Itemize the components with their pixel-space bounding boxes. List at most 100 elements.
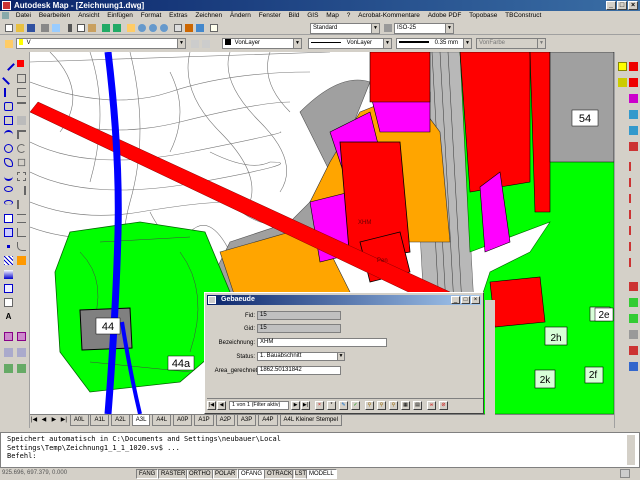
link-icon[interactable]: ∞ [427,401,436,410]
layer-select[interactable]: V ▼ [16,38,186,49]
table-icon[interactable] [4,298,13,307]
menu-gis[interactable]: GIS [304,12,321,19]
circle-icon[interactable] [4,144,13,153]
tb-right-icon-13[interactable] [629,226,638,235]
select-object-icon[interactable]: ⚲ [365,401,374,410]
toggle-modell[interactable]: MODELL [306,469,337,479]
tab-a2p[interactable]: A2P [215,415,235,426]
make-current-layer-icon[interactable] [190,39,200,49]
menu-aendern[interactable]: Ändern [227,12,254,19]
document-icon[interactable] [2,11,9,19]
rectangle-icon[interactable] [4,116,13,125]
color-select[interactable]: VonLayer ▼ [222,38,302,49]
map-tool-icon[interactable] [4,348,13,357]
tb-right-icon-20[interactable] [629,346,638,355]
tb-right-icon-9[interactable] [629,162,638,171]
menu-tbconstruct[interactable]: TBConstruct [502,12,544,19]
copy-object-icon[interactable] [17,74,26,83]
record-next-icon[interactable]: ▶ [291,401,300,410]
array-icon[interactable] [17,116,26,125]
polyline-icon[interactable] [4,88,13,97]
maximize-button[interactable]: □ [617,1,627,10]
close-button[interactable]: × [628,1,638,10]
pan-icon[interactable] [126,23,136,33]
gradient-icon[interactable] [4,270,13,279]
tab-a1p[interactable]: A1P [194,415,214,426]
tb-right-icon-2[interactable] [629,62,638,71]
new-record-icon[interactable]: * [327,401,336,410]
tb-right-icon-18[interactable] [629,314,638,323]
multiline-text-icon[interactable]: A [4,312,13,321]
paste-icon[interactable] [87,23,97,33]
command-line-window[interactable]: Speichert automatisch in C:\Documents an… [0,432,640,468]
tb-right-icon-16[interactable] [629,282,638,291]
command-prompt[interactable]: Befehl: [7,452,633,461]
chamfer-icon[interactable] [17,228,26,237]
menu-acrobat-kommentare[interactable]: Acrobat-Kommentare [355,12,423,19]
filter-icon[interactable]: ✎ [339,401,348,410]
unlink-icon[interactable]: ⊘ [439,401,448,410]
text-style-select[interactable]: Standard ▼ [310,23,380,34]
record-first-icon[interactable]: |◀ [207,401,216,410]
copy-icon[interactable] [76,23,86,33]
point-icon[interactable] [7,245,10,248]
menu-einfuegen[interactable]: Einfügen [104,12,136,19]
print-icon[interactable] [40,23,50,33]
erase-icon[interactable] [17,60,24,67]
map-query-icon[interactable] [17,348,26,357]
dim-style-icon[interactable] [383,23,393,33]
map-data-icon[interactable] [17,364,26,373]
dialog-title-bar[interactable]: Gebaeude _ □ × [207,295,481,305]
toggle-ortho[interactable]: ORTHO [186,469,214,479]
new-file-icon[interactable] [4,23,14,33]
menu-ansicht[interactable]: Ansicht [75,12,102,19]
stretch-icon[interactable] [17,172,26,181]
coordinate-display[interactable]: 925.696, 697.379, 0.000 [2,468,132,479]
command-scrollbar[interactable] [627,435,635,465]
preview-icon[interactable] [51,23,61,33]
tab-a0p[interactable]: A0P [173,415,193,426]
toggle-otrack[interactable]: OTRACK [264,469,296,479]
ellipse-arc-icon[interactable] [4,200,13,205]
map-layer-icon[interactable] [4,364,13,373]
tb-right-icon-11[interactable] [629,194,638,203]
line-icon[interactable] [2,58,15,71]
dialog-minimize-button[interactable]: _ [451,296,460,304]
zoom-window-icon[interactable] [148,23,158,33]
menu-adobe-pdf[interactable]: Adobe PDF [425,12,465,19]
tb-right-icon-12[interactable] [629,210,638,219]
menu-datei[interactable]: Datei [13,12,34,19]
dim-style-select[interactable]: ISO-25 ▼ [394,23,454,34]
tb-right-icon-8[interactable] [629,142,638,151]
tb-right-icon-14[interactable] [629,242,638,251]
insert-block-icon[interactable] [4,214,13,223]
save-record-icon[interactable]: ✓ [351,401,360,410]
undo-icon[interactable] [101,23,111,33]
properties-icon[interactable] [173,23,183,33]
layer-manager-icon[interactable] [4,39,14,49]
tb-right-icon-21[interactable] [629,362,638,371]
explode-icon[interactable] [17,256,26,265]
tb-right-icon-15[interactable] [629,258,638,267]
polygon-icon[interactable] [4,102,13,111]
field-gid-value[interactable]: 15 [257,324,341,333]
record-last-icon[interactable]: ▶| [301,401,310,410]
menu-zeichnen[interactable]: Zeichnen [192,12,225,19]
tab-prev-icon[interactable]: ◀ [40,415,48,426]
menu-fenster[interactable]: Fenster [256,12,284,19]
zoom-object-icon[interactable]: ⚲ [377,401,386,410]
delete-record-icon[interactable]: × [315,401,324,410]
field-fid-value[interactable]: 15 [257,311,341,320]
toggle-ofang[interactable]: OFANG [238,469,266,479]
table-view-icon[interactable]: ▦ [401,401,410,410]
topobase-icon[interactable] [4,332,13,341]
tab-a3l[interactable]: A3L [131,415,151,426]
status-select[interactable]: 1. Bauabschnitt ▼ [257,352,345,361]
make-block-icon[interactable] [4,228,13,237]
menu-map[interactable]: Map [323,12,342,19]
tb-right-icon-17[interactable] [629,298,638,307]
record-prev-icon[interactable]: ◀ [217,401,226,410]
spline-icon[interactable] [4,172,13,181]
tb-right-icon-7[interactable] [629,126,638,135]
design-center-icon[interactable] [184,23,194,33]
